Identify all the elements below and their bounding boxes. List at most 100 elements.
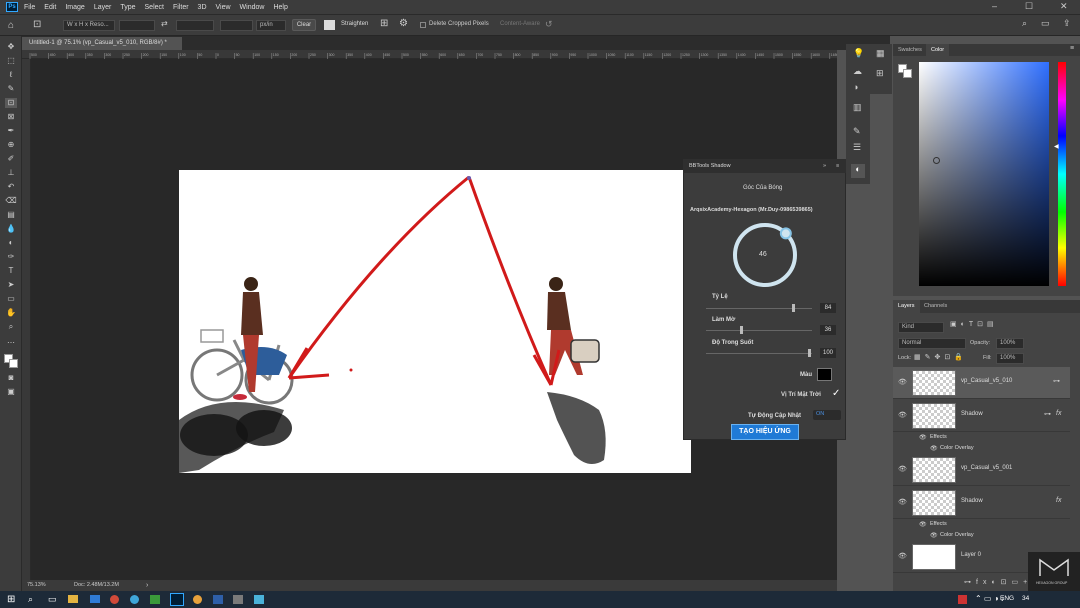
scale-value[interactable]: 84 bbox=[820, 303, 836, 313]
layer-row[interactable]: 👁 Shadow fx bbox=[893, 487, 1070, 519]
effects-row[interactable]: 👁 Effects bbox=[893, 432, 1070, 443]
move-tool-icon[interactable]: ✥ bbox=[5, 42, 17, 52]
minimize-button[interactable]: – bbox=[992, 1, 997, 11]
cloud-icon[interactable]: ☁ bbox=[853, 66, 862, 77]
effect-row[interactable]: 👁 Color Overlay bbox=[893, 530, 1070, 541]
layer-row[interactable]: 👁 Shadow ⊶ fx bbox=[893, 400, 1070, 432]
swatches-panel-icon[interactable]: ▦ bbox=[876, 48, 885, 59]
angle-dial-knob[interactable] bbox=[779, 227, 792, 240]
pen-tool-icon[interactable]: ✑ bbox=[5, 252, 17, 262]
app-icon-cyan[interactable] bbox=[254, 595, 264, 604]
menu-type[interactable]: Type bbox=[120, 4, 135, 11]
adjustments-icon[interactable]: ◑ bbox=[853, 82, 858, 92]
panel-menu-icon[interactable]: ≡ bbox=[836, 159, 839, 173]
app-icon-blue[interactable] bbox=[213, 595, 223, 604]
menu-image[interactable]: Image bbox=[65, 4, 84, 11]
app-icon-gray[interactable] bbox=[233, 595, 243, 604]
swap-icon[interactable]: ⇄ bbox=[161, 19, 168, 28]
mail-icon[interactable] bbox=[90, 595, 100, 603]
healing-brush-icon[interactable]: ⊕ bbox=[5, 140, 17, 150]
crop-tool-icon[interactable]: ⊡ bbox=[33, 19, 41, 30]
zoom-level[interactable]: 75.13% bbox=[27, 580, 46, 591]
screen-mode-icon[interactable]: ▣ bbox=[5, 387, 17, 397]
layer-name[interactable]: vp_Casual_v5_010 bbox=[961, 378, 1012, 384]
stamp-tool-icon[interactable]: ⊥ bbox=[5, 168, 17, 178]
scale-slider-knob[interactable] bbox=[792, 304, 795, 312]
background-color-swatch[interactable] bbox=[9, 359, 18, 368]
visibility-eye-icon[interactable]: 👁 bbox=[898, 411, 907, 419]
tray-app-icon[interactable] bbox=[958, 595, 967, 604]
crop-tool-active-icon[interactable]: ⊡ bbox=[5, 98, 17, 108]
shadow-color-swatch[interactable] bbox=[817, 368, 832, 381]
layer-name[interactable]: Shadow bbox=[961, 411, 983, 417]
clear-button[interactable]: Clear bbox=[292, 19, 316, 31]
menu-filter[interactable]: Filter bbox=[173, 4, 189, 11]
blur-value[interactable]: 36 bbox=[820, 325, 836, 335]
fx-icon[interactable]: fx bbox=[1056, 410, 1061, 417]
layer-filter-select[interactable]: Kind bbox=[898, 322, 944, 333]
color-picker-cursor[interactable] bbox=[933, 157, 940, 164]
visibility-eye-icon[interactable]: 👁 bbox=[898, 552, 907, 560]
rectangle-tool-icon[interactable]: ▭ bbox=[5, 294, 17, 304]
tab-layers[interactable]: Layers bbox=[893, 300, 920, 313]
layer-name[interactable]: Shadow bbox=[961, 498, 983, 504]
crop-height-field[interactable] bbox=[176, 20, 214, 31]
eyedropper-tool-icon[interactable]: ✒ bbox=[5, 126, 17, 136]
tab-channels[interactable]: Channels bbox=[924, 303, 947, 309]
opacity-slider-knob[interactable] bbox=[808, 349, 811, 357]
app-icon-orange[interactable] bbox=[193, 595, 202, 604]
type-tool-icon[interactable]: T bbox=[5, 266, 17, 276]
straighten-icon[interactable] bbox=[324, 20, 335, 30]
photoshop-taskbar-icon[interactable] bbox=[170, 593, 184, 606]
overlay-grid-icon[interactable]: ⊞ bbox=[380, 18, 388, 29]
effect-row[interactable]: 👁 Color Overlay bbox=[893, 443, 1070, 454]
status-menu-icon[interactable]: › bbox=[146, 580, 148, 591]
visibility-eye-icon[interactable]: 👁 bbox=[898, 498, 907, 506]
marquee-tool-icon[interactable]: ⬚ bbox=[5, 56, 17, 66]
file-explorer-icon[interactable] bbox=[68, 595, 78, 603]
task-view-icon[interactable]: ▭ bbox=[48, 594, 57, 605]
create-effect-button[interactable]: TẠO HIỆU ỨNG bbox=[731, 424, 799, 440]
bbtools-panel-icon[interactable]: ◐ bbox=[851, 164, 865, 178]
blur-slider[interactable] bbox=[706, 326, 812, 334]
crop-width-field[interactable] bbox=[119, 20, 155, 31]
content-aware-label[interactable]: Content-Aware bbox=[500, 21, 540, 27]
menu-select[interactable]: Select bbox=[145, 4, 164, 11]
color-bg-swatch[interactable] bbox=[903, 69, 912, 78]
menu-edit[interactable]: Edit bbox=[44, 4, 56, 11]
opacity-slider[interactable] bbox=[706, 349, 812, 357]
share-icon[interactable]: ⇪ bbox=[1063, 18, 1071, 29]
document-canvas[interactable] bbox=[179, 170, 691, 473]
tab-color[interactable]: Color bbox=[926, 44, 950, 56]
gear-icon[interactable]: ⚙ bbox=[399, 18, 408, 29]
resolution-field[interactable] bbox=[220, 20, 253, 31]
document-tab[interactable]: Untitled-1 @ 75.1% (vp_Casual_v5_010, RG… bbox=[22, 37, 182, 50]
workspace-icon[interactable]: ▭ bbox=[1041, 18, 1050, 29]
hue-slider[interactable] bbox=[1058, 62, 1066, 286]
reset-icon[interactable]: ↺ bbox=[545, 19, 553, 30]
path-select-tool-icon[interactable]: ➤ bbox=[5, 280, 17, 290]
effects-eye-icon[interactable]: 👁 bbox=[919, 521, 927, 528]
brush-tool-icon[interactable]: ✐ bbox=[5, 154, 17, 164]
menu-file[interactable]: File bbox=[24, 4, 35, 11]
dodge-tool-icon[interactable]: ◐ bbox=[5, 238, 17, 248]
blur-tool-icon[interactable]: 💧 bbox=[5, 224, 17, 234]
effect-eye-icon[interactable]: 👁 bbox=[930, 445, 938, 452]
sun-position-check-icon[interactable]: ✓ bbox=[832, 388, 840, 399]
saturation-brightness-field[interactable] bbox=[919, 62, 1049, 286]
chrome-icon[interactable] bbox=[110, 595, 119, 604]
lightbulb-icon[interactable]: 💡 bbox=[853, 48, 864, 59]
blur-slider-knob[interactable] bbox=[740, 326, 743, 334]
gradient-tool-icon[interactable]: ▤ bbox=[5, 210, 17, 220]
maximize-button[interactable]: ☐ bbox=[1025, 1, 1033, 12]
history-brush-icon[interactable]: ↶ bbox=[5, 182, 17, 192]
layer-opacity-field[interactable]: 100% bbox=[996, 338, 1024, 349]
straighten-label[interactable]: Straighten bbox=[341, 21, 368, 27]
frame-tool-icon[interactable]: ⊠ bbox=[5, 112, 17, 122]
visibility-eye-icon[interactable]: 👁 bbox=[898, 465, 907, 473]
excel-icon[interactable] bbox=[150, 595, 160, 604]
collapse-panel-icon[interactable]: » bbox=[823, 159, 826, 173]
layer-filter-icons[interactable]: ▣◐T⊡▤ bbox=[950, 320, 998, 328]
home-icon[interactable]: ⌂ bbox=[8, 20, 14, 31]
scale-slider[interactable] bbox=[706, 304, 812, 312]
